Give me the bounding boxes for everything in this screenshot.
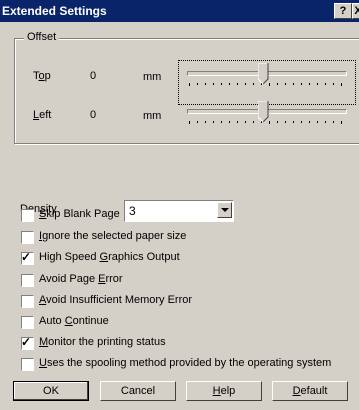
top-slider-thumb[interactable] — [258, 63, 269, 85]
checkbox[interactable]: ✓ — [21, 335, 34, 350]
close-icon[interactable]: X — [352, 3, 359, 19]
top-offset-unit: mm — [143, 71, 162, 83]
check-icon: ✓ — [21, 335, 32, 349]
top-offset-value: 0 — [90, 70, 97, 82]
checkbox[interactable]: ✓ — [21, 209, 34, 222]
default-rest: efault — [300, 385, 328, 397]
left-label-suffix: eft — [39, 109, 52, 121]
left-slider-thumb[interactable] — [258, 101, 269, 123]
ok-button[interactable]: OK — [13, 381, 89, 401]
density-value: 3 — [129, 204, 136, 218]
checkbox[interactable]: ✓ — [21, 295, 34, 308]
check-icon: ✓ — [21, 250, 32, 264]
help-mnemonic: H — [212, 385, 221, 397]
cancel-button[interactable]: Cancel — [100, 381, 176, 401]
top-offset-label: Top — [33, 70, 51, 82]
default-button[interactable]: Default — [272, 381, 348, 401]
left-offset-value: 0 — [90, 109, 97, 121]
left-offset-unit: mm — [143, 110, 162, 122]
checkbox[interactable]: ✓ — [21, 274, 34, 287]
density-dropdown[interactable]: 3 — [124, 200, 234, 222]
checkbox[interactable]: ✓ — [21, 358, 34, 371]
extended-settings-dialog: Extended Settings ? X Offset Top 0 mm Le… — [0, 0, 359, 410]
title-bar[interactable]: Extended Settings ? X — [0, 0, 359, 22]
option-label: Avoid Insufficient Memory Error — [39, 294, 193, 306]
option-label: Uses the spooling method provided by the… — [39, 357, 332, 369]
option-label: High Speed Graphics Output — [39, 251, 180, 263]
left-offset-slider[interactable] — [183, 101, 351, 131]
help-button[interactable]: Help — [186, 381, 262, 401]
option-label: Monitor the printing status — [39, 336, 166, 348]
option-label: Avoid Page Error — [39, 273, 123, 285]
window-title: Extended Settings — [2, 4, 107, 18]
option-label: Skip Blank Page — [39, 208, 120, 220]
checkbox[interactable]: ✓ — [21, 231, 34, 244]
top-offset-slider[interactable] — [183, 63, 351, 93]
checkbox[interactable]: ✓ — [21, 316, 34, 329]
option-label: Ignore the selected paper size — [39, 230, 187, 242]
chevron-down-icon[interactable] — [217, 202, 232, 218]
help-rest: elp — [220, 385, 236, 397]
left-offset-label: Left — [33, 109, 51, 121]
option-label: Auto Continue — [39, 315, 109, 327]
help-question-button[interactable]: ? — [334, 3, 352, 19]
top-label-suffix: p — [44, 70, 51, 82]
offset-group-title: Offset — [24, 31, 60, 43]
checkbox[interactable]: ✓ — [21, 250, 34, 265]
default-mnemonic: D — [292, 385, 301, 397]
